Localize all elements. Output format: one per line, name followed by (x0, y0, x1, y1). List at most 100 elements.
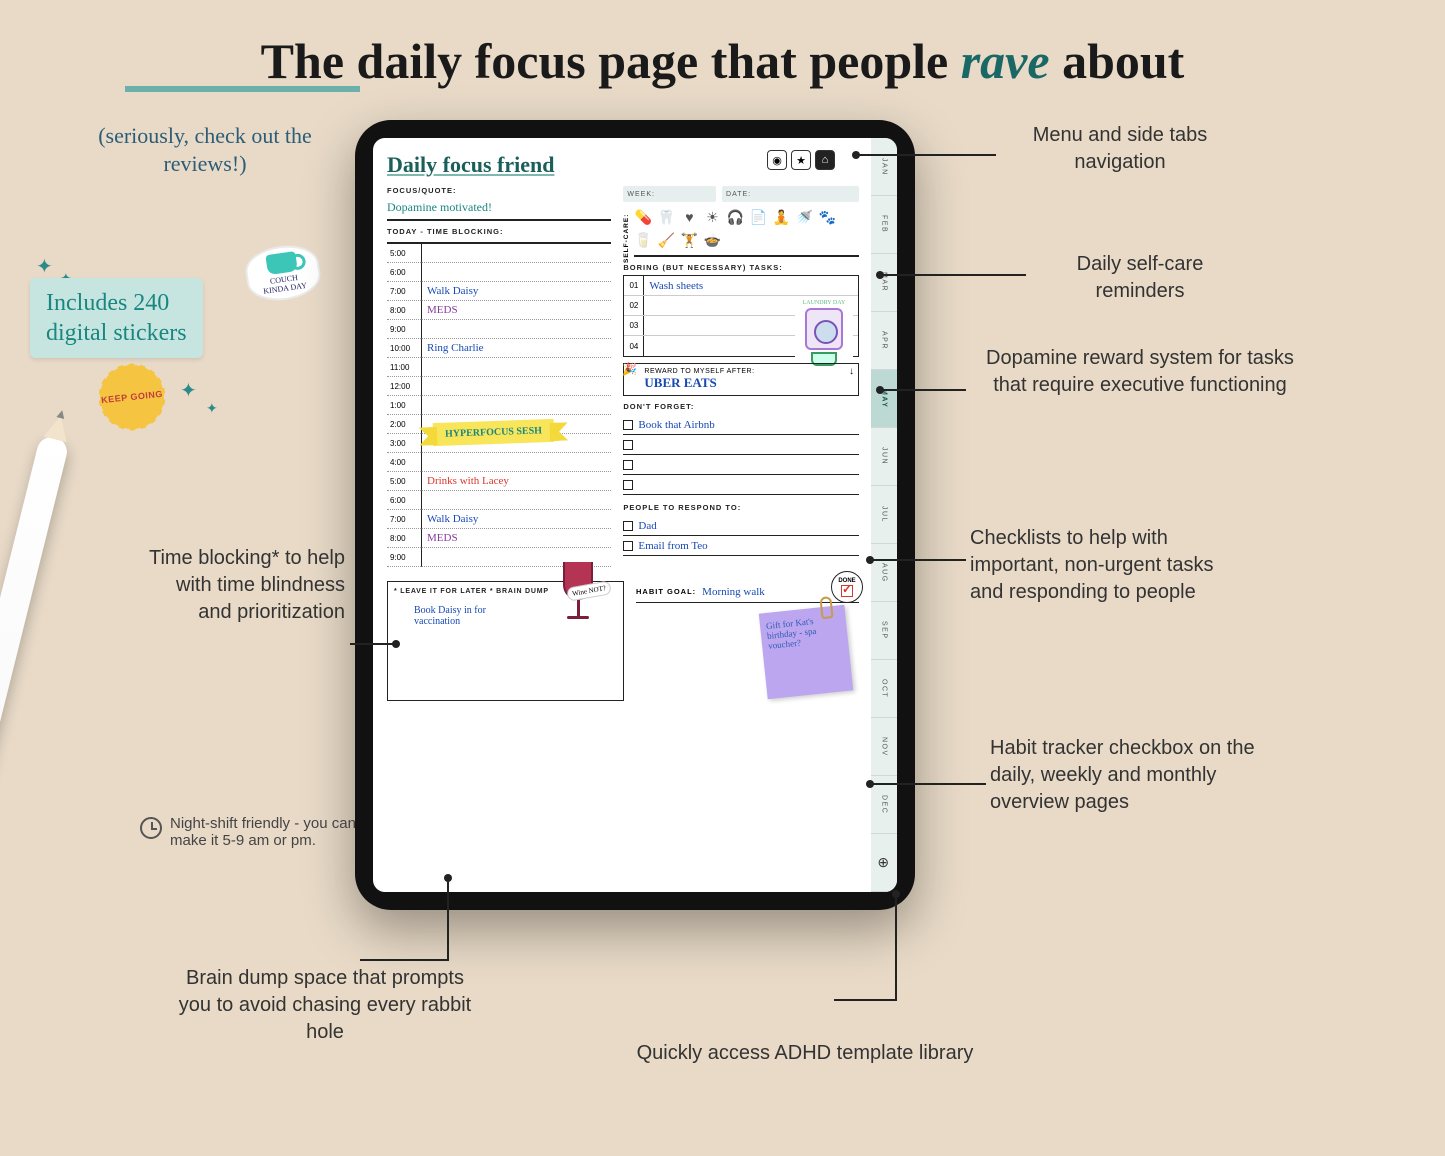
month-tab-sep[interactable]: SEP (871, 602, 897, 660)
month-tab-may[interactable]: MAY (871, 370, 897, 428)
month-tab-mar[interactable]: MAR (871, 254, 897, 312)
paw-icon[interactable]: 🐾 (818, 208, 836, 226)
time-label: 2:00 (387, 415, 421, 434)
reward-box[interactable]: 🎉 ↓ REWARD TO MYSELF AFTER: UBER EATS (623, 363, 859, 396)
selfcare-icons: 💊 🦷 ♥ ☀ 🎧 📄 🧘 🚿 🐾 🥛 🧹 🏋 (634, 208, 859, 257)
done-badge[interactable]: DONE (831, 571, 863, 603)
sticky-note[interactable]: Gift for Kat's birthday - spa voucher? (759, 605, 854, 700)
month-tab-jun[interactable]: JUN (871, 428, 897, 486)
checkbox-icon[interactable] (623, 521, 633, 531)
subheadline: (seriously, check out the reviews!) (75, 122, 335, 177)
left-column: FOCUS/QUOTE: Dopamine motivated! TODAY -… (387, 186, 611, 567)
checkbox-icon[interactable] (623, 480, 633, 490)
tooth-icon[interactable]: 🦷 (657, 208, 675, 226)
time-label: 3:00 (387, 434, 421, 453)
focus-value[interactable]: Dopamine motivated! (387, 198, 611, 221)
broom-icon[interactable]: 🧹 (657, 231, 675, 249)
arrow-down-icon: ↓ (849, 366, 854, 377)
time-cell[interactable] (421, 358, 611, 377)
list-item[interactable]: Dad (638, 520, 656, 532)
list-item[interactable]: Book that Airbnb (638, 419, 714, 431)
boring-label: BORING (BUT NECESSARY) TASKS: (623, 263, 859, 272)
boring-cell[interactable]: Wash sheets (644, 276, 858, 295)
month-tab-dec[interactable]: DEC (871, 776, 897, 834)
pill-icon[interactable]: 💊 (634, 208, 652, 226)
water-icon[interactable]: 🥛 (634, 231, 652, 249)
time-label: 4:00 (387, 453, 421, 472)
star-icon[interactable]: ★ (791, 150, 811, 170)
time-label: 5:00 (387, 244, 421, 263)
sparkle-icon: ✦ (180, 378, 197, 403)
home-icon[interactable]: ⌂ (815, 150, 835, 170)
callout-habit: Habit tracker checkbox on the daily, wee… (990, 735, 1270, 816)
time-label: 7:00 (387, 510, 421, 529)
meditate-icon[interactable]: 🧘 (772, 208, 790, 226)
washer-icon (805, 308, 843, 350)
boring-num: 04 (624, 336, 644, 356)
month-tab-oct[interactable]: OCT (871, 660, 897, 718)
apple-pencil (0, 434, 70, 926)
menu-icon[interactable]: ◉ (767, 150, 787, 170)
month-tab-jan[interactable]: JAN (871, 138, 897, 196)
headphones-icon[interactable]: 🎧 (726, 208, 744, 226)
callout-checklists: Checklists to help with important, non-u… (970, 525, 1250, 606)
callout-dopamine: Dopamine reward system for tasks that re… (970, 345, 1310, 399)
month-tab-nov[interactable]: NOV (871, 718, 897, 776)
top-nav-icons: ◉ ★ ⌂ (767, 150, 835, 170)
checkbox-icon[interactable] (623, 541, 633, 551)
month-tab-feb[interactable]: FEB (871, 196, 897, 254)
time-cell[interactable] (421, 396, 611, 415)
note-icon[interactable]: 📄 (749, 208, 767, 226)
time-label: 11:00 (387, 358, 421, 377)
time-cell[interactable] (421, 263, 611, 282)
week-field[interactable]: WEEK: (623, 186, 716, 202)
add-template-button[interactable]: ⊕ (871, 834, 897, 892)
headline-em: rave (961, 33, 1050, 89)
keep-going-sticker: KEEP GOING (97, 362, 167, 432)
time-label: 10:00 (387, 339, 421, 358)
time-cell[interactable]: Ring Charlie (421, 339, 611, 358)
time-cell[interactable]: Drinks with Lacey (421, 472, 611, 491)
time-cell[interactable] (421, 491, 611, 510)
brain-value: Book Daisy in for vaccination (414, 605, 534, 627)
night-note: Night-shift friendly - you can make it 5… (140, 815, 360, 849)
sticky-text: Gift for Kat's birthday - spa voucher? (766, 616, 817, 651)
time-label: 9:00 (387, 320, 421, 339)
month-tab-apr[interactable]: APR (871, 312, 897, 370)
checkbox-icon[interactable] (623, 420, 633, 430)
checkbox-icon[interactable] (623, 440, 633, 450)
date-field[interactable]: DATE: (722, 186, 859, 202)
checkbox-icon (841, 585, 853, 597)
checkbox-icon[interactable] (623, 460, 633, 470)
dumbbell-icon[interactable]: 🏋 (680, 231, 698, 249)
food-icon[interactable]: 🍲 (703, 231, 721, 249)
month-tab-jul[interactable]: JUL (871, 486, 897, 544)
time-cell[interactable]: Walk Daisy (421, 510, 611, 529)
list-item[interactable]: Email from Teo (638, 540, 707, 552)
habit-value[interactable]: Morning walk (702, 586, 765, 598)
timeblock-label: TODAY - TIME BLOCKING: (387, 227, 611, 236)
sparkle-icon: ✦ (36, 254, 53, 279)
cup-sticker: COUCH KINDA DAY (243, 241, 324, 305)
time-cell[interactable] (421, 377, 611, 396)
heart-icon[interactable]: ♥ (680, 208, 698, 226)
shower-icon[interactable]: 🚿 (795, 208, 813, 226)
time-cell[interactable]: Walk Daisy (421, 282, 611, 301)
time-cell[interactable]: MEDS (421, 301, 611, 320)
callout-braindump: Brain dump space that prompts you to avo… (175, 965, 475, 1046)
time-label: 9:00 (387, 548, 421, 567)
time-cell[interactable]: MEDS (421, 529, 611, 548)
right-column: WEEK: DATE: SELF-CARE: 💊 🦷 ♥ ☀ 🎧 📄 🧘 (623, 186, 859, 567)
sun-icon[interactable]: ☀ (703, 208, 721, 226)
time-cell[interactable] (421, 453, 611, 472)
ipad-screen: ◉ ★ ⌂ Daily focus friend FOCUS/QUOTE: Do… (373, 138, 897, 892)
time-cell[interactable] (421, 244, 611, 263)
time-label: 8:00 (387, 301, 421, 320)
time-label: 6:00 (387, 491, 421, 510)
ipad-frame: ◉ ★ ⌂ Daily focus friend FOCUS/QUOTE: Do… (355, 120, 915, 910)
habit-label: HABIT GOAL: (636, 587, 696, 596)
planner-page: ◉ ★ ⌂ Daily focus friend FOCUS/QUOTE: Do… (373, 138, 871, 892)
month-tab-aug[interactable]: AUG (871, 544, 897, 602)
boring-num: 02 (624, 296, 644, 315)
time-cell[interactable] (421, 320, 611, 339)
